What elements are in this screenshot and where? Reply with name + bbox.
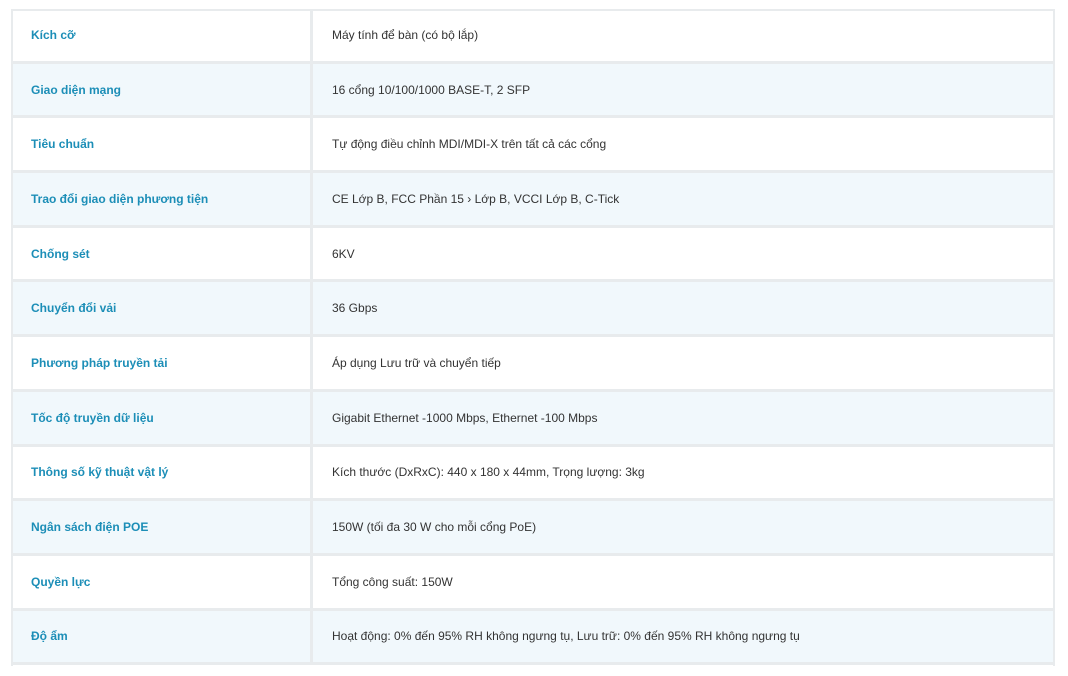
- spec-row-data-rate: Tốc độ truyền dữ liệu Gigabit Ethernet -…: [11, 391, 1055, 447]
- spec-label: Chống sét: [11, 227, 313, 283]
- spec-label: Tốc độ truyền dữ liệu: [11, 391, 313, 447]
- spec-row-size: Kích cỡ Máy tính để bàn (có bộ lắp): [11, 9, 1055, 64]
- spec-label: Độ ẩm: [11, 610, 313, 666]
- spec-label: Kích cỡ: [11, 9, 313, 64]
- spec-label: Phương pháp truyền tải: [11, 337, 313, 392]
- spec-label: Thông số kỹ thuật vật lý: [11, 446, 313, 502]
- spec-value: Tổng công suất: 150W: [313, 555, 1055, 611]
- spec-label: Trao đổi giao diện phương tiện: [11, 173, 313, 228]
- spec-label: Giao diện mạng: [11, 63, 313, 119]
- spec-row-physical-specs: Thông số kỹ thuật vật lý Kích thước (DxR…: [11, 446, 1055, 502]
- spec-table: Kích cỡ Máy tính để bàn (có bộ lắp) Giao…: [11, 9, 1055, 666]
- spec-row-poe-budget: Ngân sách điện POE 150W (tối đa 30 W cho…: [11, 501, 1055, 556]
- spec-label: Ngân sách điện POE: [11, 501, 313, 556]
- spec-value: Kích thước (DxRxC): 440 x 180 x 44mm, Tr…: [313, 446, 1055, 502]
- spec-value: 6KV: [313, 227, 1055, 283]
- spec-row-transfer-method: Phương pháp truyền tải Áp dụng Lưu trữ v…: [11, 337, 1055, 392]
- spec-label: Tiêu chuẩn: [11, 118, 313, 174]
- spec-value: Gigabit Ethernet -1000 Mbps, Ethernet -1…: [313, 391, 1055, 447]
- spec-row-humidity: Độ ẩm Hoạt động: 0% đến 95% RH không ngư…: [11, 610, 1055, 666]
- spec-value: Tự động điều chỉnh MDI/MDI-X trên tất cả…: [313, 118, 1055, 174]
- spec-row-standard: Tiêu chuẩn Tự động điều chỉnh MDI/MDI-X …: [11, 118, 1055, 174]
- spec-value: 16 cổng 10/100/1000 BASE-T, 2 SFP: [313, 63, 1055, 119]
- spec-label: Chuyển đổi vải: [11, 282, 313, 338]
- spec-row-media-interface: Trao đổi giao diện phương tiện CE Lớp B,…: [11, 173, 1055, 228]
- spec-value: Máy tính để bàn (có bộ lắp): [313, 9, 1055, 64]
- spec-row-switching-fabric: Chuyển đổi vải 36 Gbps: [11, 282, 1055, 338]
- spec-label: Quyền lực: [11, 555, 313, 611]
- spec-value: 150W (tối đa 30 W cho mỗi cổng PoE): [313, 501, 1055, 556]
- spec-value: Hoạt động: 0% đến 95% RH không ngưng tụ,…: [313, 610, 1055, 666]
- spec-value: Áp dụng Lưu trữ và chuyển tiếp: [313, 337, 1055, 392]
- spec-row-surge-protection: Chống sét 6KV: [11, 227, 1055, 283]
- spec-row-power: Quyền lực Tổng công suất: 150W: [11, 555, 1055, 611]
- spec-value: CE Lớp B, FCC Phần 15 › Lớp B, VCCI Lớp …: [313, 173, 1055, 228]
- spec-value: 36 Gbps: [313, 282, 1055, 338]
- spec-row-network-interface: Giao diện mạng 16 cổng 10/100/1000 BASE-…: [11, 63, 1055, 119]
